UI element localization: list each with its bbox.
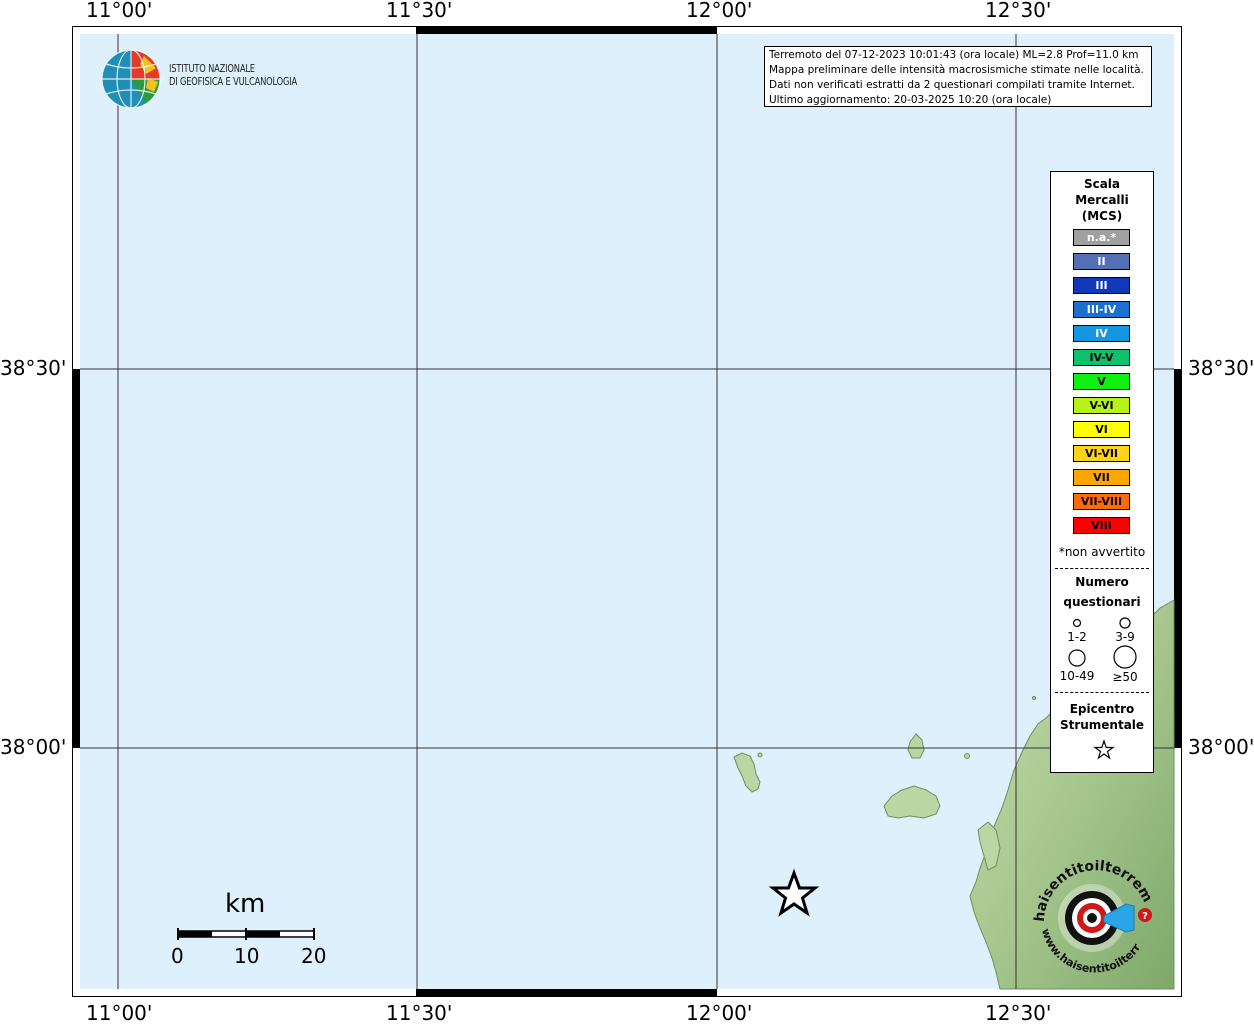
scale-tick-0: 0 — [171, 944, 184, 968]
intensity-swatch: VII — [1073, 469, 1130, 486]
legend-separator-2 — [1055, 692, 1149, 693]
intensity-swatch: n.a.* — [1073, 229, 1130, 246]
legend-title-line2: Mercalli — [1075, 193, 1129, 207]
intensity-swatch: VIII — [1073, 517, 1130, 534]
ingv-logo: ISTITUTO NAZIONALE DI GEOFISICA E VULCAN… — [100, 48, 320, 110]
legend-title-line3: (MCS) — [1081, 209, 1123, 223]
intensity-swatch: III-IV — [1073, 301, 1130, 318]
lat-label-right-2: 38°00' — [1188, 735, 1254, 759]
lat-label-left-2: 38°00' — [0, 735, 67, 759]
intensity-swatch: V-VI — [1073, 397, 1130, 414]
lon-label-top-4: 12°30' — [985, 0, 1052, 22]
institute-name-line2: DI GEOFISICA E VULCANOLOGIA — [169, 76, 298, 88]
haisentito-logo: haisentitoilterremoto.it www.haisentitoi… — [1030, 860, 1155, 975]
lon-label-bottom-2: 11°30' — [386, 1001, 453, 1025]
institute-name-line1: ISTITUTO NAZIONALE — [169, 63, 255, 75]
size-label-1-2: 1-2 — [1067, 630, 1087, 644]
epicenter-title-line1: Epicentro — [1069, 702, 1135, 716]
size-circle-3-9 — [1119, 617, 1131, 629]
event-info-line4: Ultimo aggiornamento: 20-03-2025 10:20 (… — [769, 94, 1052, 106]
event-info-line3: Dati non verificati estratti da 2 questi… — [769, 79, 1135, 91]
intensity-swatch: VI-VII — [1073, 445, 1130, 462]
size-circle-10-49 — [1068, 649, 1086, 667]
svg-text:?: ? — [1142, 911, 1148, 922]
intensity-swatch: VI — [1073, 421, 1130, 438]
lon-label-top-3: 12°00' — [686, 0, 753, 22]
size-label-10-49: 10-49 — [1059, 669, 1095, 683]
legend-title-line1: Scala — [1083, 177, 1121, 191]
intensity-legend: Scala Mercalli (MCS) n.a.* II III III-IV IV I… — [1050, 171, 1154, 773]
ingv-globe-icon — [101, 49, 161, 109]
size-label-50: ≥50 — [1112, 670, 1138, 684]
size-circle-1-2 — [1072, 618, 1082, 628]
lon-label-top-2: 11°30' — [386, 0, 453, 22]
event-info-box: Terremoto del 07-12-2023 10:01:43 (ora l… — [764, 46, 1152, 107]
intensity-swatch: IV-V — [1073, 349, 1130, 366]
lat-label-left-1: 38°30' — [0, 356, 67, 380]
size-label-3-9: 3-9 — [1115, 630, 1135, 644]
intensity-swatch: VII-VIII — [1073, 493, 1130, 510]
count-title-line2: questionari — [1063, 595, 1141, 609]
lon-label-top-1: 11°00' — [86, 0, 153, 22]
epicenter-title-line2: Strumentale — [1059, 718, 1145, 732]
lon-label-bottom-3: 12°00' — [686, 1001, 753, 1025]
size-circle-50 — [1113, 645, 1137, 669]
lat-label-right-1: 38°30' — [1188, 356, 1254, 380]
legend-star-icon — [1093, 739, 1115, 760]
scale-tick-20: 20 — [301, 944, 327, 968]
legend-separator — [1055, 568, 1149, 569]
scale-tick-10: 10 — [234, 944, 260, 968]
legend-note: *non avvertito — [1058, 545, 1146, 559]
intensity-swatch: V — [1073, 373, 1130, 390]
count-title-line1: Numero — [1075, 575, 1129, 589]
intensity-swatch: III — [1073, 277, 1130, 294]
intensity-swatch: IV — [1073, 325, 1130, 342]
event-info-line1: Terremoto del 07-12-2023 10:01:43 (ora l… — [769, 49, 1139, 61]
institute-name: ISTITUTO NAZIONALE DI GEOFISICA E VULCAN… — [169, 63, 297, 89]
lon-label-bottom-4: 12°30' — [985, 1001, 1052, 1025]
event-info-line2: Mappa preliminare delle intensità macros… — [769, 64, 1144, 76]
scale-unit-label: km — [225, 889, 266, 919]
lon-label-bottom-1: 11°00' — [86, 1001, 153, 1025]
intensity-swatch: II — [1073, 253, 1130, 270]
